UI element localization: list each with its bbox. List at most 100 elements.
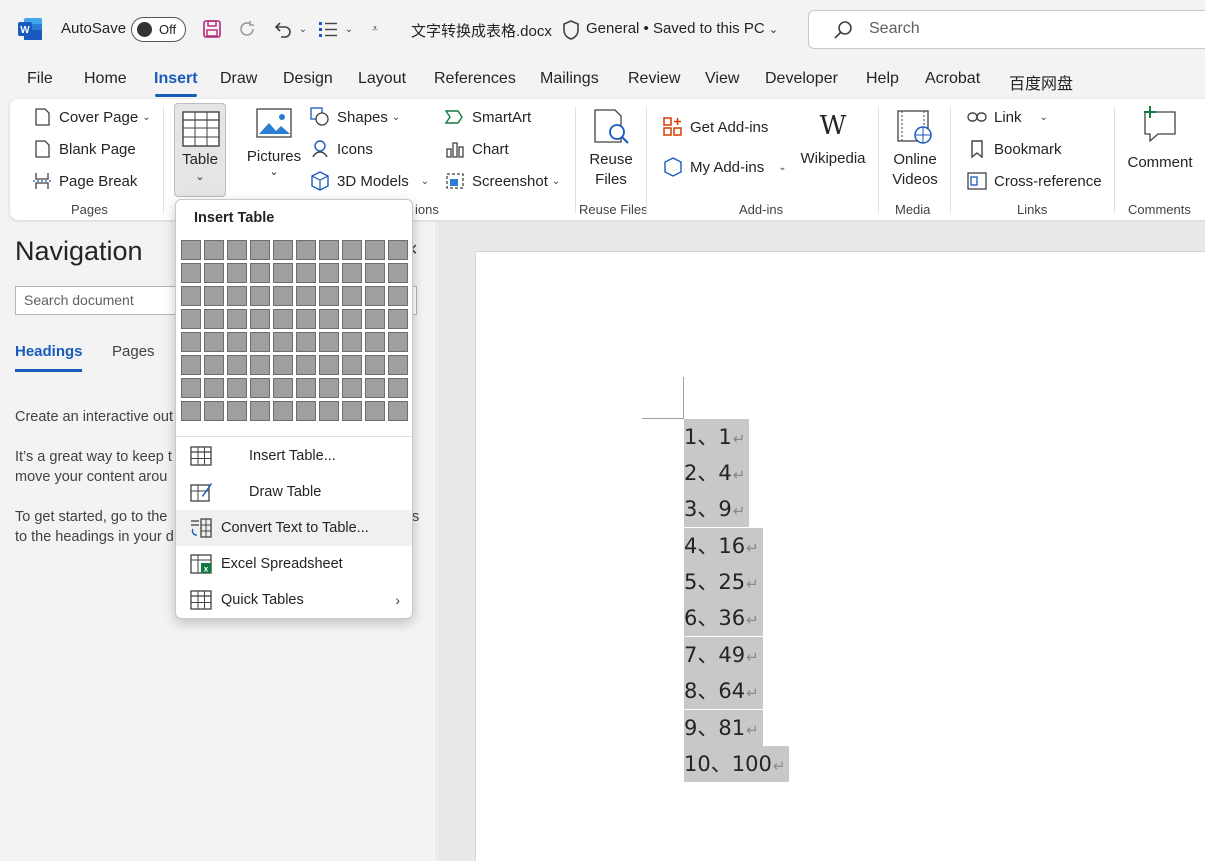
comment-button[interactable]: Comment [1123, 104, 1197, 176]
table-grid-cell[interactable] [273, 401, 293, 421]
chart-button[interactable]: Chart [445, 139, 509, 159]
table-grid-cell[interactable] [181, 332, 201, 352]
table-grid-cell[interactable] [296, 355, 316, 375]
table-grid-cell[interactable] [388, 263, 408, 283]
redo-circle-icon[interactable] [235, 17, 259, 41]
table-grid-cell[interactable] [227, 332, 247, 352]
table-grid-cell[interactable] [204, 355, 224, 375]
table-grid-cell[interactable] [319, 286, 339, 306]
table-grid-cell[interactable] [250, 263, 270, 283]
table-grid-cell[interactable] [296, 309, 316, 329]
table-grid-cell[interactable] [273, 240, 293, 260]
autosave-toggle[interactable]: Off [131, 17, 186, 42]
tab-design[interactable]: Design [283, 70, 333, 88]
table-grid-cell[interactable] [342, 378, 362, 398]
document-line[interactable]: 7、49↵ [684, 637, 763, 673]
table-grid-cell[interactable] [342, 309, 362, 329]
document-line[interactable]: 5、25↵ [684, 564, 763, 600]
table-grid-cell[interactable] [204, 309, 224, 329]
tab-headings[interactable]: Headings [15, 343, 83, 360]
excel-spreadsheet-menu-item[interactable]: x Excel Spreadsheet [176, 546, 412, 582]
table-grid-cell[interactable] [365, 378, 385, 398]
my-addins-button[interactable]: My Add-ins ⌄ [663, 157, 787, 177]
table-grid-cell[interactable] [388, 286, 408, 306]
document-line[interactable]: 2、4↵ [684, 455, 750, 491]
table-grid-cell[interactable] [319, 401, 339, 421]
convert-text-to-table-menu-item[interactable]: Convert Text to Table... [176, 510, 412, 546]
table-grid-cell[interactable] [227, 355, 247, 375]
table-grid-cell[interactable] [365, 309, 385, 329]
table-grid-cell[interactable] [388, 309, 408, 329]
link-button[interactable]: Link ⌄ [967, 107, 1048, 127]
table-grid-cell[interactable] [319, 309, 339, 329]
smartart-button[interactable]: SmartArt [445, 107, 531, 127]
table-grid-cell[interactable] [250, 240, 270, 260]
save-state-label[interactable]: General • Saved to this PC ⌄ [586, 20, 778, 37]
document-page[interactable] [475, 251, 1205, 861]
document-line[interactable]: 3、9↵ [684, 491, 750, 527]
tab-pages[interactable]: Pages [112, 343, 155, 360]
table-grid-cell[interactable] [388, 401, 408, 421]
insert-table-menu-item[interactable]: Insert Table... [176, 438, 412, 474]
table-grid-cell[interactable] [388, 332, 408, 352]
online-videos-button[interactable]: Online Videos [886, 108, 944, 190]
bullets-dropdown-chevron-icon[interactable]: ⌄ [342, 17, 356, 41]
tab-view[interactable]: View [705, 70, 739, 88]
table-grid-cell[interactable] [250, 309, 270, 329]
table-grid-cell[interactable] [250, 401, 270, 421]
tab-review[interactable]: Review [628, 70, 680, 88]
table-grid-cell[interactable] [227, 240, 247, 260]
pictures-button[interactable]: Pictures ⌄ [243, 108, 305, 196]
search-input[interactable]: Search [808, 10, 1205, 49]
tab-draw[interactable]: Draw [220, 70, 257, 88]
bullets-icon[interactable] [316, 17, 340, 41]
table-button[interactable]: Table ⌄ [174, 103, 226, 197]
tab-layout[interactable]: Layout [358, 70, 406, 88]
table-grid-cell[interactable] [181, 309, 201, 329]
table-grid-cell[interactable] [204, 378, 224, 398]
table-grid-cell[interactable] [227, 378, 247, 398]
document-line[interactable]: 8、64↵ [684, 673, 763, 709]
table-grid-cell[interactable] [273, 286, 293, 306]
table-grid-cell[interactable] [296, 240, 316, 260]
table-grid-cell[interactable] [342, 286, 362, 306]
table-grid-cell[interactable] [204, 332, 224, 352]
screenshot-button[interactable]: Screenshot ⌄ [445, 171, 560, 191]
table-grid-cell[interactable] [204, 286, 224, 306]
table-grid-cell[interactable] [365, 240, 385, 260]
table-grid-cell[interactable] [181, 286, 201, 306]
table-grid-cell[interactable] [388, 240, 408, 260]
bookmark-button[interactable]: Bookmark [967, 139, 1062, 159]
table-grid-cell[interactable] [227, 309, 247, 329]
table-grid-cell[interactable] [273, 309, 293, 329]
get-addins-button[interactable]: Get Add-ins [663, 117, 768, 137]
table-grid-cell[interactable] [227, 263, 247, 283]
tab-baidu[interactable]: 百度网盘 [1009, 70, 1073, 94]
table-grid-cell[interactable] [296, 401, 316, 421]
tab-references[interactable]: References [434, 70, 516, 88]
table-grid-cell[interactable] [181, 263, 201, 283]
table-grid-cell[interactable] [250, 332, 270, 352]
page-break-button[interactable]: Page Break [32, 171, 137, 191]
table-grid-cell[interactable] [181, 355, 201, 375]
table-grid-cell[interactable] [319, 240, 339, 260]
table-grid-cell[interactable] [388, 355, 408, 375]
table-grid-cell[interactable] [365, 263, 385, 283]
tab-help[interactable]: Help [866, 70, 899, 88]
table-grid-cell[interactable] [181, 240, 201, 260]
table-grid-cell[interactable] [342, 240, 362, 260]
table-grid-cell[interactable] [296, 332, 316, 352]
table-grid-cell[interactable] [250, 355, 270, 375]
table-grid-cell[interactable] [342, 332, 362, 352]
blank-page-button[interactable]: Blank Page [32, 139, 136, 159]
wikipedia-button[interactable]: W Wikipedia [797, 112, 869, 182]
table-grid-cell[interactable] [365, 286, 385, 306]
table-grid-cell[interactable] [273, 355, 293, 375]
tab-insert[interactable]: Insert [154, 70, 198, 88]
table-grid-cell[interactable] [319, 263, 339, 283]
undo-icon[interactable] [270, 17, 294, 41]
tab-home[interactable]: Home [84, 70, 127, 88]
table-grid-cell[interactable] [296, 378, 316, 398]
table-grid-cell[interactable] [204, 240, 224, 260]
table-grid-cell[interactable] [273, 378, 293, 398]
